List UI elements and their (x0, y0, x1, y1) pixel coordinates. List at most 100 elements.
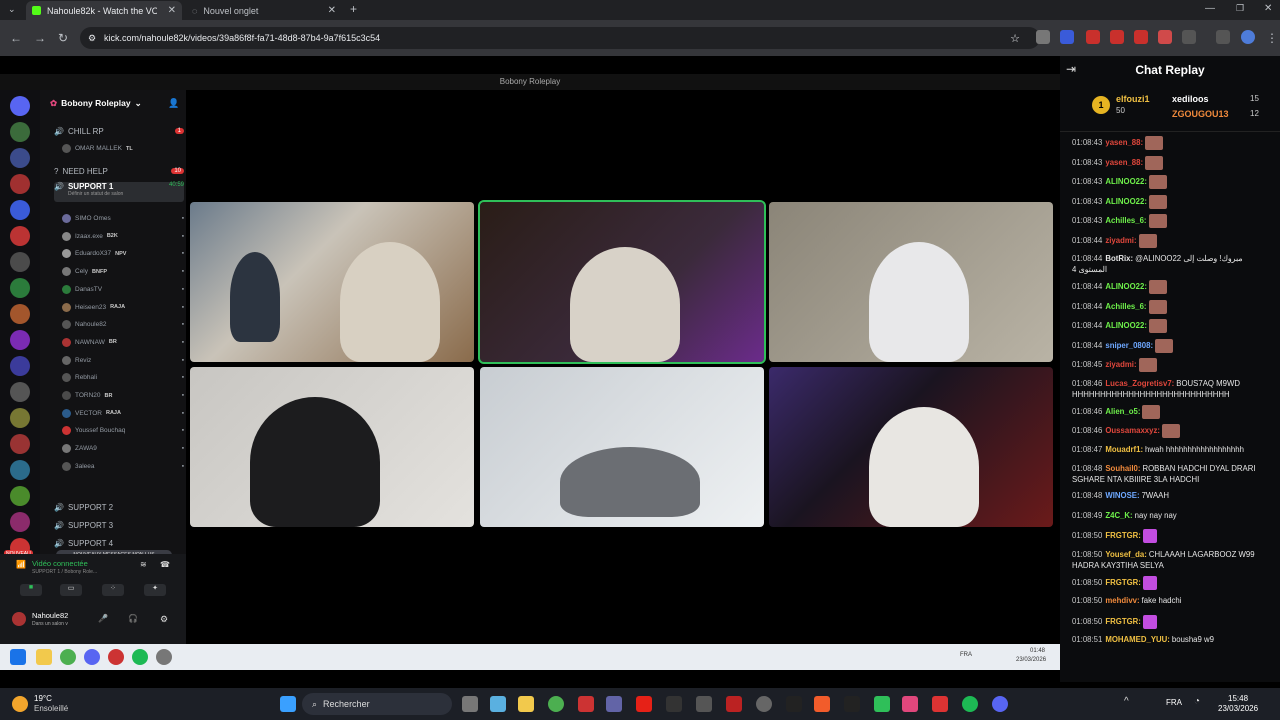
message-user[interactable]: ALINOO22: (1105, 321, 1147, 330)
youtube-icon[interactable] (636, 696, 652, 712)
voice-user[interactable]: OMAR MALLEK TL (62, 142, 184, 155)
video-tile[interactable] (769, 202, 1053, 362)
app-icon[interactable] (756, 696, 772, 712)
voice-user[interactable]: SIMO Omes ▪ (62, 212, 184, 225)
message-user[interactable]: yasen_88: (1105, 138, 1143, 147)
teams-icon[interactable] (606, 696, 622, 712)
voice-channel-support-1[interactable]: 🔊 SUPPORT 1 Définir un statut de salon 4… (54, 182, 184, 202)
voice-user[interactable]: Youssef Bouchaq ▪ (62, 424, 184, 437)
message-user[interactable]: sniper_0808: (1105, 341, 1153, 350)
message-user[interactable]: ALINOO22: (1105, 177, 1147, 186)
settings-icon[interactable] (156, 649, 172, 665)
server-header[interactable]: ✿ Bobony Roleplay ⌄ (50, 96, 180, 110)
message-user[interactable]: ALINOO22: (1105, 197, 1147, 206)
guild-icon[interactable] (10, 252, 30, 272)
chevron-up-icon[interactable]: ^ (1124, 696, 1129, 707)
tab-kick[interactable]: Nahoule82k - Watch the VO ✕ (26, 1, 182, 20)
extension-icon[interactable] (1036, 30, 1050, 44)
tab-menu-icon[interactable]: ⌄ (8, 4, 16, 15)
app-icon[interactable] (932, 696, 948, 712)
app-icon[interactable] (578, 696, 594, 712)
app-icon[interactable] (902, 696, 918, 712)
leader-name[interactable]: xediloos (1172, 94, 1209, 104)
message-user[interactable]: ziyadmi: (1105, 236, 1136, 245)
soundboard-button[interactable]: ✦ (144, 584, 166, 596)
message-user[interactable]: Lucas_Zogretisv7: (1105, 379, 1174, 388)
message-user[interactable]: Yousef_da: (1105, 550, 1146, 559)
windows-start-icon[interactable] (10, 649, 26, 665)
video-tile[interactable] (769, 367, 1053, 527)
extension-icon[interactable] (1086, 30, 1100, 44)
guild-icon[interactable] (10, 330, 30, 350)
voice-user[interactable]: Heiseen23 RAJA ▪ (62, 301, 184, 314)
guild-icon[interactable] (10, 226, 30, 246)
message-user[interactable]: ziyadmi: (1105, 360, 1136, 369)
app-icon[interactable] (874, 696, 890, 712)
voice-user[interactable]: DanasTV ▪ (62, 283, 184, 296)
guild-icon[interactable] (10, 382, 30, 402)
windows-start-icon[interactable] (280, 696, 296, 712)
chrome-icon[interactable] (60, 649, 76, 665)
voice-channel-support-4[interactable]: 🔊 SUPPORT 4 (54, 536, 184, 550)
guild-icon[interactable] (10, 200, 30, 220)
close-window-icon[interactable]: ✕ (1264, 3, 1272, 14)
tab-search-icon[interactable] (1216, 30, 1230, 44)
voice-user[interactable]: TORN20 BR ▪ (62, 389, 184, 402)
camera-button[interactable]: ■ (20, 584, 42, 596)
tab-close-icon[interactable]: ✕ (328, 5, 336, 16)
add-member-icon[interactable]: 👤 (168, 98, 179, 109)
app-icon[interactable] (108, 649, 124, 665)
explorer-icon[interactable] (36, 649, 52, 665)
address-field[interactable]: ⚙ kick.com/nahoule82k/videos/39a86f8f-fa… (80, 27, 1040, 49)
message-user[interactable]: FRGTGR: (1105, 578, 1141, 587)
video-tile-speaking[interactable] (478, 200, 766, 364)
guild-icon[interactable] (10, 278, 30, 298)
video-tile[interactable] (190, 202, 474, 362)
extensions-puzzle-icon[interactable] (1182, 30, 1196, 44)
clock-date[interactable]: 23/03/2026 (1218, 704, 1258, 713)
voice-user[interactable]: Nahoule82 ▪ (62, 318, 184, 331)
task-view-icon[interactable] (462, 696, 478, 712)
forward-icon[interactable]: → (34, 31, 46, 45)
browser-menu-icon[interactable]: ⋮ (1266, 31, 1278, 45)
settings-gear-icon[interactable]: ⚙ (160, 614, 168, 625)
extension-icon[interactable] (1060, 30, 1074, 44)
noise-suppression-icon[interactable]: ≋ (140, 560, 147, 569)
voice-user[interactable]: Reviz ▪ (62, 354, 184, 367)
guild-icon[interactable] (10, 96, 30, 116)
spotify-icon[interactable] (962, 696, 978, 712)
app-icon[interactable] (786, 696, 802, 712)
wifi-icon[interactable]: ◔ (1194, 696, 1200, 707)
activities-button[interactable]: ⁘ (102, 584, 124, 596)
extension-icon[interactable] (1134, 30, 1148, 44)
extension-icon[interactable] (1110, 30, 1124, 44)
message-user[interactable]: Souhail0: (1105, 464, 1140, 473)
taskbar-search[interactable]: ⌕ Rechercher (302, 693, 452, 715)
message-user[interactable]: FRGTGR: (1105, 617, 1141, 626)
message-user[interactable]: Z4C_K: (1105, 511, 1132, 520)
brave-icon[interactable] (814, 696, 830, 712)
minimize-icon[interactable]: — (1205, 3, 1215, 14)
guild-icon[interactable] (10, 408, 30, 428)
voice-channel-need-help[interactable]: ? NEED HELP 10 (54, 164, 184, 178)
site-info-icon[interactable]: ⚙ (88, 33, 96, 44)
tab-close-icon[interactable]: ✕ (168, 5, 176, 16)
new-tab-button[interactable]: + (350, 2, 357, 16)
app-icon[interactable] (844, 696, 860, 712)
message-user[interactable]: ALINOO22: (1105, 282, 1147, 291)
voice-user[interactable]: NAWNAW BR ▪ (62, 336, 184, 349)
message-user[interactable]: Alien_o5: (1105, 407, 1140, 416)
leader-name[interactable]: elfouzi1 (1116, 94, 1150, 104)
tab-new[interactable]: ◌ Nouvel onglet ✕ (186, 1, 342, 20)
message-user[interactable]: WINOSE: (1105, 491, 1139, 500)
guild-icon[interactable] (10, 304, 30, 324)
extension-icon[interactable] (1158, 30, 1172, 44)
bookmark-star-icon[interactable]: ☆ (1010, 32, 1020, 45)
voice-user[interactable]: EduardoX37 NPV ▪ (62, 247, 184, 260)
message-user[interactable]: mehdivv: (1105, 596, 1139, 605)
app-icon[interactable] (696, 696, 712, 712)
clock-time[interactable]: 15:48 (1228, 694, 1248, 703)
screen-share-button[interactable]: ▭ (60, 584, 82, 596)
microphone-icon[interactable]: 🎤 (98, 614, 108, 623)
guild-icon[interactable] (10, 434, 30, 454)
